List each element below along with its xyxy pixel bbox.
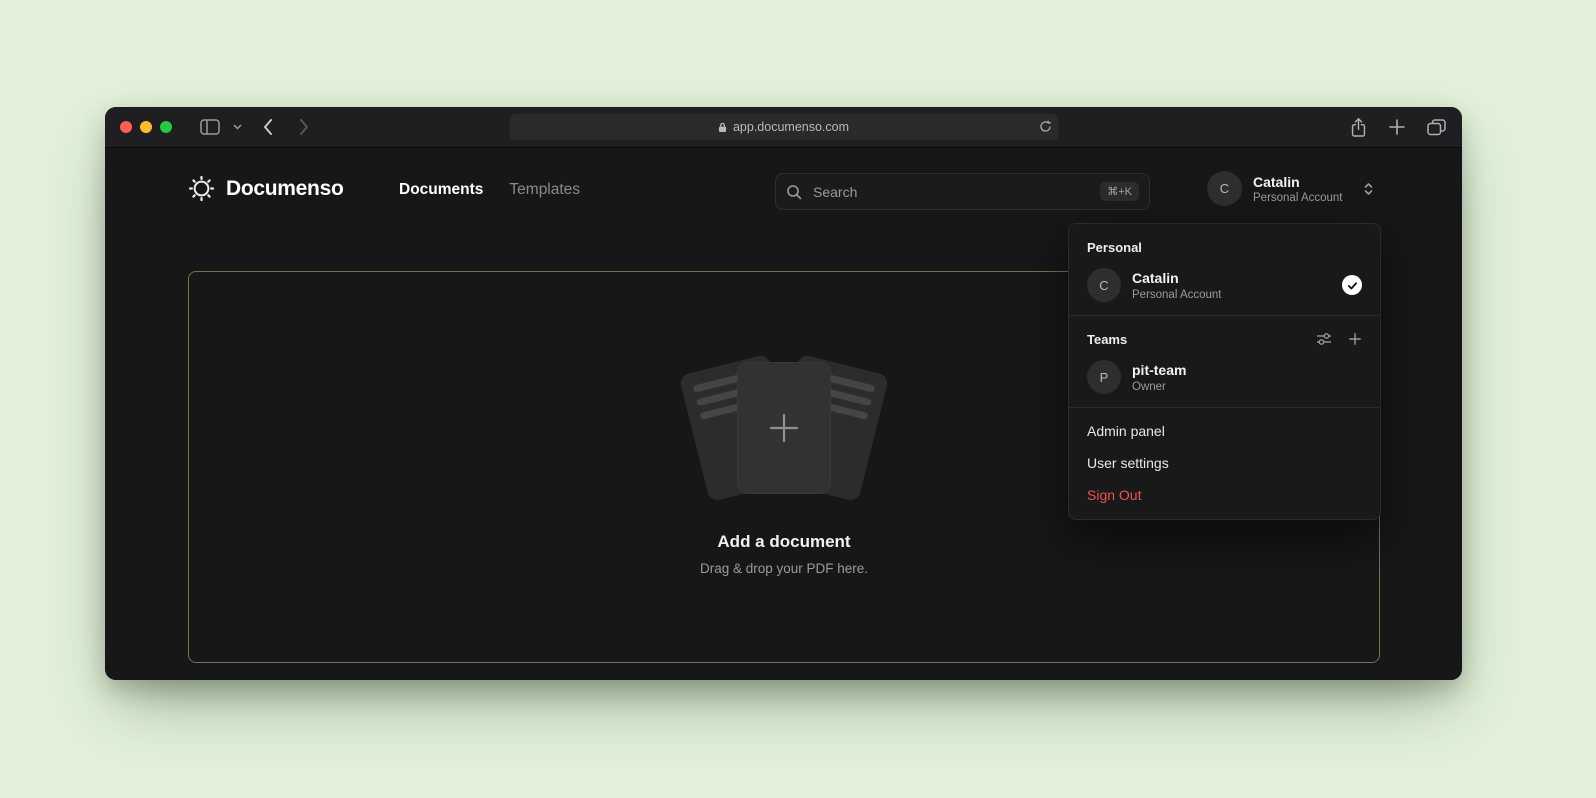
menu-divider	[1069, 315, 1380, 316]
brand-name: Documenso	[226, 177, 344, 201]
documents-illustration	[674, 357, 894, 502]
account-menu-trigger[interactable]: C Catalin Personal Account	[1207, 171, 1374, 206]
teams-section-label: Teams	[1087, 332, 1316, 347]
titlebar-right-controls	[1350, 107, 1446, 147]
account-type: Personal Account	[1253, 192, 1343, 204]
browser-window: app.documenso.com	[105, 107, 1462, 680]
tab-group-chevron-icon[interactable]	[229, 107, 245, 147]
share-icon[interactable]	[1350, 117, 1367, 138]
close-window-button[interactable]	[120, 121, 132, 133]
address-bar[interactable]: app.documenso.com	[509, 114, 1059, 140]
personal-account-item[interactable]: C Catalin Personal Account	[1077, 262, 1372, 308]
nav-templates[interactable]: Templates	[509, 181, 580, 199]
nav-documents[interactable]: Documents	[399, 181, 483, 199]
avatar: P	[1087, 360, 1121, 394]
zoom-window-button[interactable]	[160, 121, 172, 133]
menu-item-admin-panel[interactable]: Admin panel	[1077, 415, 1372, 447]
search-input[interactable]	[811, 183, 1091, 201]
tab-overview-icon[interactable]	[1427, 119, 1446, 136]
plus-icon	[766, 410, 802, 446]
search-shortcut-badge: ⌘+K	[1100, 182, 1139, 201]
teams-section-header: Teams	[1077, 323, 1372, 354]
personal-section-label: Personal	[1077, 232, 1372, 262]
sidebar-toggle-icon[interactable]	[197, 107, 223, 147]
search-bar[interactable]: ⌘+K	[775, 173, 1150, 210]
search-icon	[786, 184, 802, 200]
team-item[interactable]: P pit-team Owner	[1077, 354, 1372, 400]
chevron-up-down-icon	[1363, 181, 1374, 197]
manage-teams-icon[interactable]	[1316, 331, 1332, 347]
lock-icon	[718, 122, 727, 133]
url-text: app.documenso.com	[733, 120, 849, 134]
avatar: C	[1207, 171, 1242, 206]
personal-account-name: Catalin	[1132, 269, 1222, 287]
browser-titlebar: app.documenso.com	[105, 107, 1462, 148]
documenso-app: Documenso Documents Templates ⌘+K C Cata…	[105, 148, 1462, 680]
personal-account-type: Personal Account	[1132, 289, 1222, 301]
dropzone-subtitle: Drag & drop your PDF here.	[189, 561, 1379, 576]
menu-divider	[1069, 407, 1380, 408]
account-name: Catalin	[1253, 173, 1343, 191]
document-card-center	[738, 363, 830, 493]
traffic-lights	[120, 121, 172, 133]
menu-item-user-settings[interactable]: User settings	[1077, 447, 1372, 479]
new-tab-icon[interactable]	[1389, 119, 1405, 135]
minimize-window-button[interactable]	[140, 121, 152, 133]
brand[interactable]: Documenso	[188, 175, 344, 202]
back-button[interactable]	[255, 107, 281, 147]
dropzone-title: Add a document	[189, 532, 1379, 552]
avatar: C	[1087, 268, 1121, 302]
team-name: pit-team	[1132, 361, 1186, 379]
menu-item-sign-out[interactable]: Sign Out	[1077, 479, 1372, 511]
documenso-logo-icon	[188, 175, 215, 202]
reload-icon[interactable]	[1039, 120, 1052, 133]
selected-check-icon	[1342, 275, 1362, 295]
team-role: Owner	[1132, 381, 1186, 393]
main-nav: Documents Templates	[399, 181, 580, 199]
forward-button[interactable]	[291, 107, 317, 147]
account-dropdown-menu: Personal C Catalin Personal Account Team…	[1068, 223, 1381, 520]
create-team-icon[interactable]	[1348, 332, 1362, 346]
